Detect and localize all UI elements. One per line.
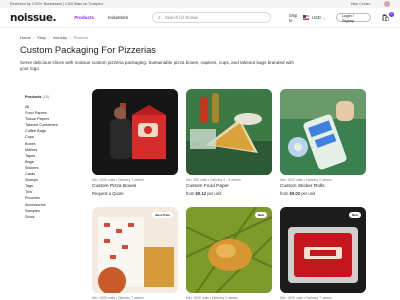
currency-label: USD: [312, 15, 321, 20]
breadcrumb-shop[interactable]: Shop: [37, 35, 46, 40]
search-placeholder: Search for Noisue: [164, 15, 199, 20]
product-image-napkins[interactable]: Best Price: [92, 207, 178, 293]
product-meta: Min. 1000 units • Delivery 7 weeks: [92, 296, 144, 300]
nav-products[interactable]: Products: [74, 15, 94, 20]
search-input[interactable]: ⌕ Search for Noisue: [152, 12, 271, 23]
product-card-row2-2[interactable]: New Min. 1000 units • Delivery 2 weeks: [186, 207, 272, 300]
product-meta: Min. 1000 units • Delivery 2 weeks: [280, 178, 332, 182]
breadcrumb: Home › Shop › Industry › Pizzeria: [20, 35, 88, 40]
nav-industries[interactable]: Industries: [108, 15, 128, 20]
product-card-pizza-boxes[interactable]: Min. 1000 units • Delivery 7 weeks Custo…: [92, 89, 178, 196]
announcement-bar: Reviewed by 2,000+ Businesses | 4.8/5 St…: [0, 0, 400, 8]
product-image-food-wrap[interactable]: New: [186, 207, 272, 293]
cart-count-badge: 0: [389, 11, 394, 17]
page-description: Serve delicious slices with noissue cust…: [20, 60, 294, 72]
product-name[interactable]: Custom Pizza Boxes: [92, 184, 178, 189]
product-filter-sidebar: Products (18) All Food Papers Tissue Pap…: [25, 95, 75, 220]
new-badge: New: [254, 212, 267, 218]
breadcrumb-current: Pizzeria: [73, 35, 88, 40]
product-price: from $0.12 per unit: [186, 190, 222, 196]
help-center-link[interactable]: Help Center: [351, 2, 370, 6]
product-name[interactable]: Custom Sticker Rolls: [280, 184, 366, 189]
product-meta: Min. 1000 units • Delivery 7 weeks: [280, 296, 332, 300]
avatar[interactable]: [384, 1, 390, 7]
trustpilot-review-text[interactable]: Reviewed by 2,000+ Businesses | 4.8/5 St…: [10, 2, 103, 6]
cart-button[interactable]: 🛍 0: [381, 11, 394, 22]
product-image-sticker-rolls[interactable]: [280, 89, 366, 175]
new-badge: New: [348, 212, 361, 218]
filter-stock[interactable]: Stock: [25, 214, 75, 220]
product-card-sticker-rolls[interactable]: Min. 1000 units • Delivery 2 weeks Custo…: [280, 89, 366, 196]
product-cta[interactable]: Request a Quote: [92, 191, 178, 196]
chevron-down-icon: ⌄: [322, 15, 326, 20]
page-title: Custom Packaging For Pizzerias: [20, 44, 156, 55]
site-header: noissue. Products Industries ⌕ Search fo…: [0, 8, 400, 28]
product-meta: Min. 250 units • Delivery 2 - 3 weeks: [186, 178, 241, 182]
us-flag-icon: [302, 15, 310, 20]
product-image-pizza-boxes[interactable]: [92, 89, 178, 175]
product-meta: Min. 1000 units • Delivery 7 weeks: [92, 178, 144, 182]
login-signup-button[interactable]: Login / Signup: [335, 13, 372, 23]
product-image-food-paper[interactable]: [186, 89, 272, 175]
best-price-badge: Best Price: [152, 212, 173, 218]
search-icon: ⌕: [158, 14, 161, 21]
product-card-row2-3[interactable]: New Min. 1000 units • Delivery 7 weeks: [280, 207, 366, 300]
product-name[interactable]: Custom Food Paper: [186, 184, 272, 189]
product-card-row2-1[interactable]: Best Price Min. 1000 units • Delivery 7 …: [92, 207, 178, 300]
ship-to-label: Ship to: [288, 12, 298, 23]
product-card-food-paper[interactable]: Min. 250 units • Delivery 2 - 3 weeks Cu…: [186, 89, 272, 196]
filter-heading: Products (18): [25, 95, 50, 99]
product-price: from $0.02 per unit: [280, 190, 316, 196]
ship-to-selector[interactable]: Ship to USD ⌄: [289, 13, 326, 23]
main-nav: Products Industries: [74, 15, 142, 20]
logo[interactable]: noissue.: [10, 12, 57, 24]
breadcrumb-home[interactable]: Home: [20, 35, 31, 40]
product-meta: Min. 1000 units • Delivery 2 weeks: [186, 296, 238, 300]
breadcrumb-industry[interactable]: Industry: [53, 35, 67, 40]
product-image-takeout-box[interactable]: New: [280, 207, 366, 293]
